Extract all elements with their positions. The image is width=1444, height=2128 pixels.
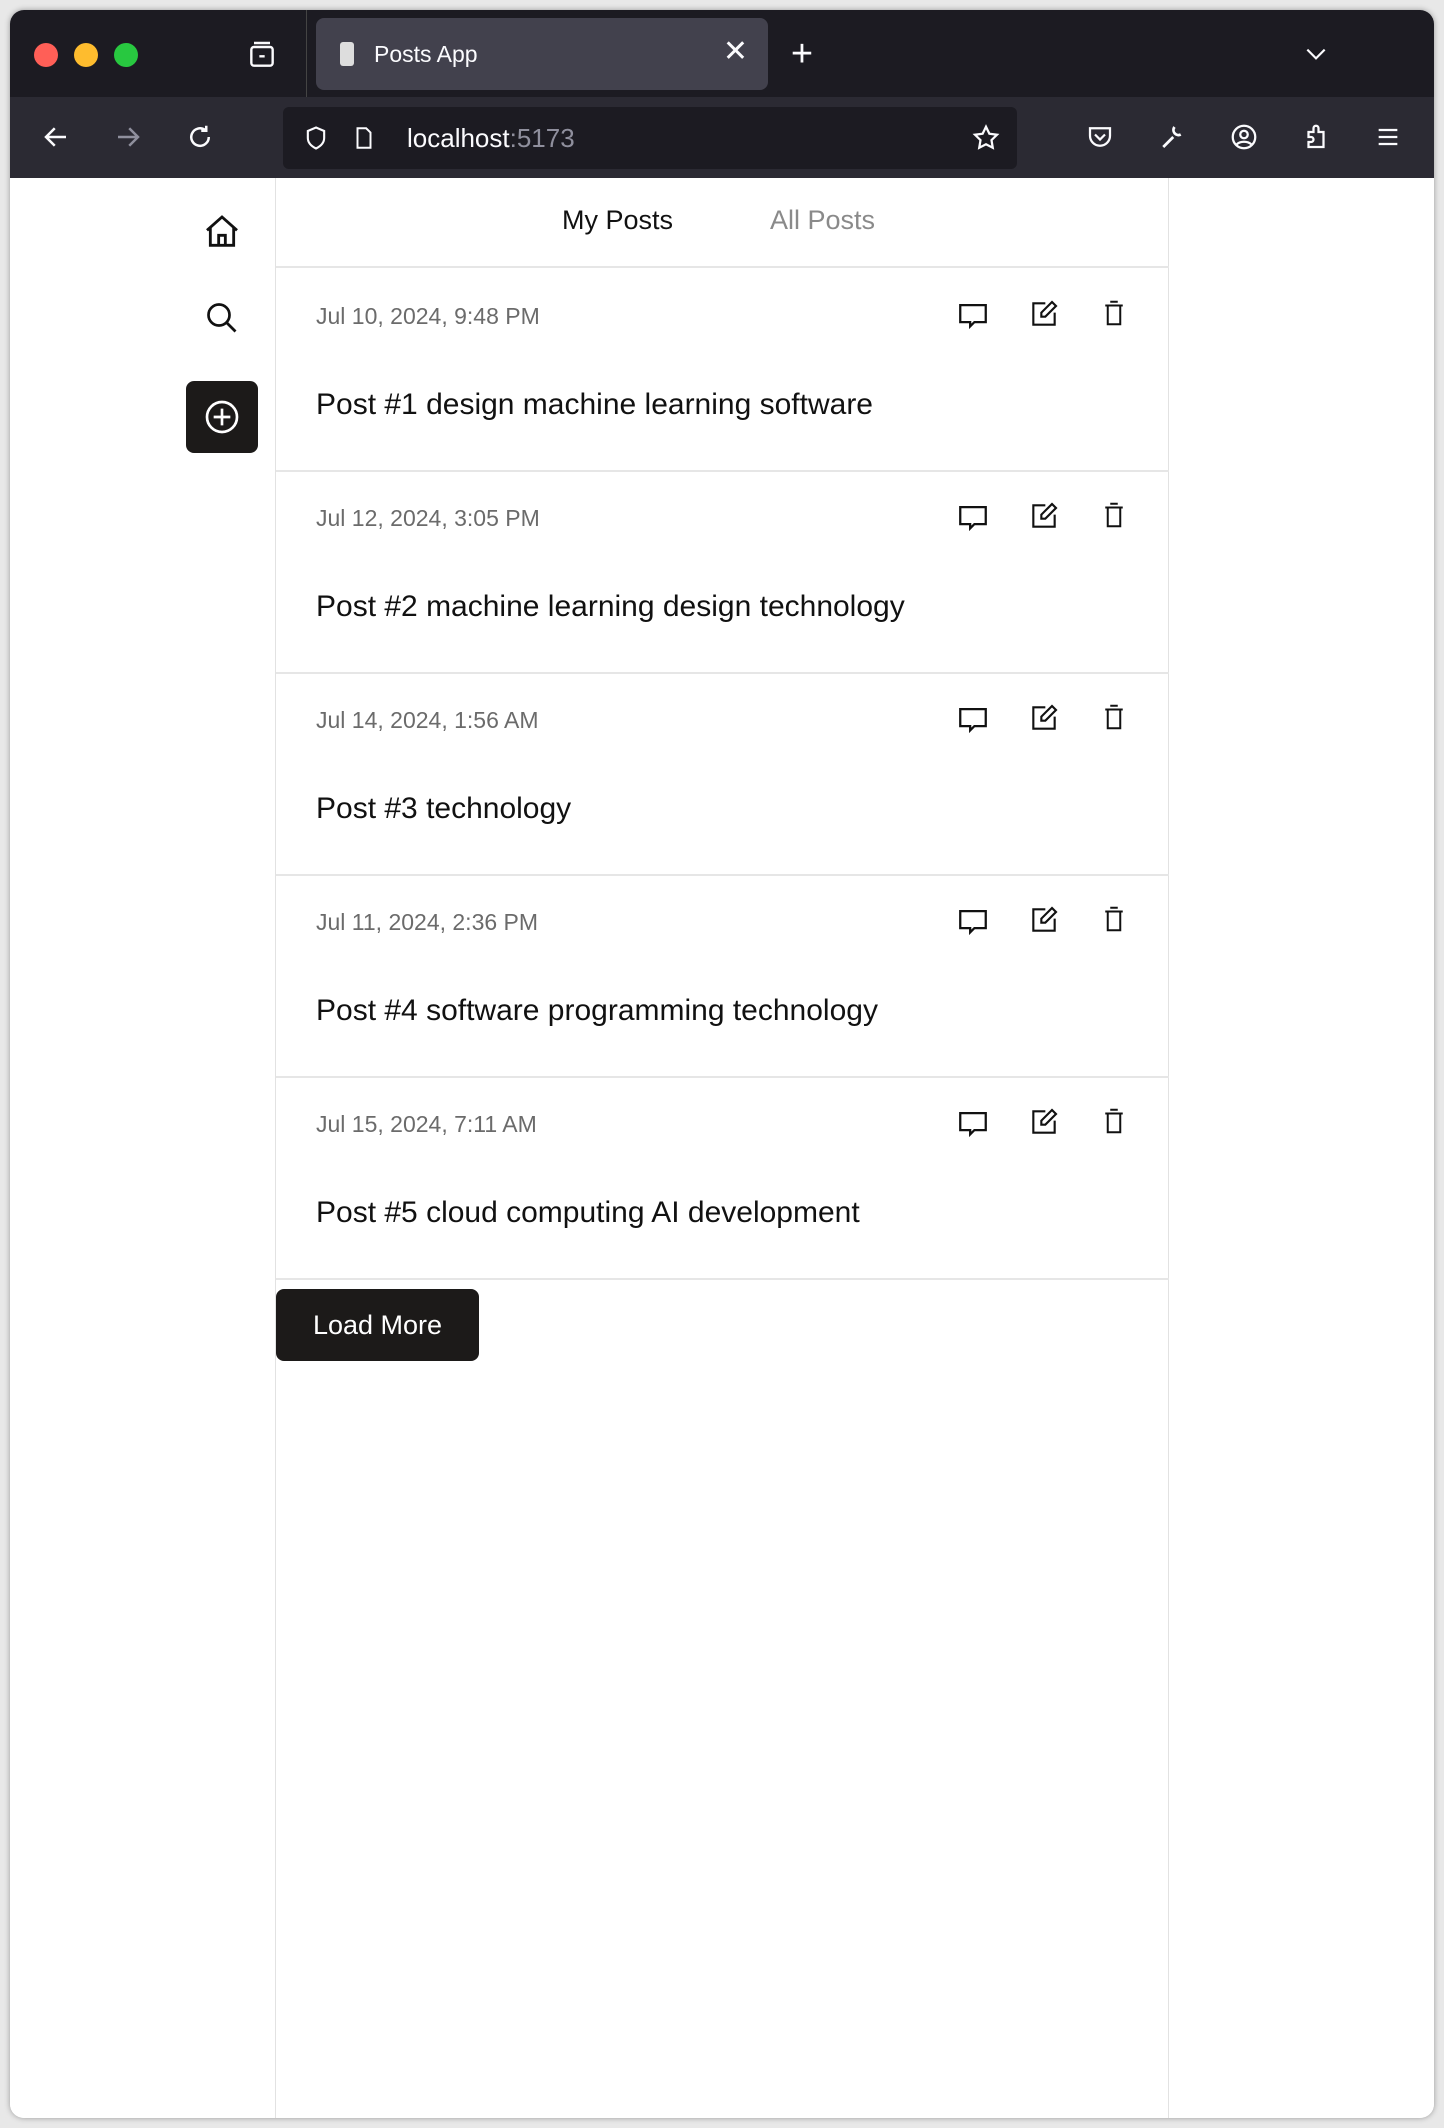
comment-button[interactable]: [956, 298, 996, 338]
page-content: My Posts All Posts Jul 10, 2024, 9:48 PM…: [10, 178, 1434, 2118]
edit-icon: [1028, 704, 1060, 738]
post-date: Jul 15, 2024, 7:11 AM: [316, 1111, 537, 1137]
delete-button[interactable]: [1099, 298, 1139, 338]
trash-icon: [1099, 300, 1129, 332]
home-icon: [206, 215, 238, 247]
post-item: Jul 12, 2024, 3:05 PM Post #2 machine le…: [276, 472, 1169, 674]
zoom-window-button[interactable]: [114, 43, 138, 67]
extensions-icon[interactable]: [1296, 117, 1336, 157]
post-date: Jul 14, 2024, 1:56 AM: [316, 707, 539, 733]
comment-icon: [956, 909, 990, 942]
address-bar[interactable]: localhost:5173: [283, 107, 1017, 169]
delete-button[interactable]: [1099, 702, 1139, 742]
plus-circle-icon: [205, 400, 239, 434]
tab-title: Posts App: [374, 41, 478, 67]
pocket-icon[interactable]: [1080, 117, 1120, 157]
edit-icon: [1028, 502, 1060, 536]
tab-overview-icon[interactable]: [242, 35, 282, 75]
comment-button[interactable]: [956, 500, 996, 540]
edit-icon: [1028, 300, 1060, 334]
new-tab-icon[interactable]: +: [782, 33, 822, 75]
edit-button[interactable]: [1028, 500, 1068, 540]
comment-button[interactable]: [956, 904, 996, 944]
url-host: localhost: [407, 123, 510, 153]
post-title[interactable]: Post #2 machine learning design technolo…: [316, 590, 905, 624]
search-button[interactable]: [186, 282, 258, 354]
reload-icon[interactable]: [180, 117, 220, 157]
search-icon: [207, 303, 237, 333]
edit-button[interactable]: [1028, 702, 1068, 742]
edit-icon: [1028, 906, 1060, 940]
tab-bar: Posts App ✕ +: [10, 10, 1434, 97]
comment-button[interactable]: [956, 702, 996, 742]
post-item: Jul 15, 2024, 7:11 AM Post #5 cloud comp…: [276, 1078, 1169, 1280]
list-tabs-chevron-icon[interactable]: [1296, 34, 1336, 74]
posts-tabs: My Posts All Posts: [276, 178, 1169, 268]
comment-icon: [956, 1111, 990, 1144]
trash-icon: [1099, 704, 1129, 736]
post-item: Jul 10, 2024, 9:48 PM Post #1 design mac…: [276, 270, 1169, 472]
minimize-window-button[interactable]: [74, 43, 98, 67]
create-post-button[interactable]: [186, 381, 258, 453]
delete-button[interactable]: [1099, 1106, 1139, 1146]
post-title[interactable]: Post #3 technology: [316, 792, 571, 826]
trash-icon: [1099, 502, 1129, 534]
account-icon[interactable]: [1224, 117, 1264, 157]
delete-button[interactable]: [1099, 500, 1139, 540]
post-date: Jul 12, 2024, 3:05 PM: [316, 505, 540, 531]
post-title[interactable]: Post #4 software programming technology: [316, 994, 878, 1028]
wrench-icon[interactable]: [1152, 117, 1192, 157]
load-more-button[interactable]: Load More: [276, 1289, 479, 1361]
post-date: Jul 11, 2024, 2:36 PM: [316, 909, 539, 935]
back-icon[interactable]: [36, 117, 76, 157]
bookmark-star-icon[interactable]: [967, 119, 1005, 157]
post-item: Jul 14, 2024, 1:56 AM Post #3 technology: [276, 674, 1169, 876]
browser-window: Posts App ✕ + localhost:5173 My Posts Al…: [10, 10, 1434, 2118]
comment-icon: [956, 707, 990, 740]
tab-my-posts[interactable]: My Posts: [562, 205, 673, 236]
home-button[interactable]: [186, 196, 258, 268]
edit-button[interactable]: [1028, 1106, 1068, 1146]
close-window-button[interactable]: [34, 43, 58, 67]
edit-button[interactable]: [1028, 298, 1068, 338]
url-text[interactable]: localhost:5173: [407, 123, 575, 154]
shield-icon[interactable]: [297, 119, 335, 157]
page-icon: [345, 119, 383, 157]
post-item: Jul 11, 2024, 2:36 PM Post #4 software p…: [276, 876, 1169, 1078]
edit-button[interactable]: [1028, 904, 1068, 944]
url-port: :5173: [509, 123, 575, 153]
menu-icon[interactable]: [1368, 117, 1408, 157]
post-title[interactable]: Post #1 design machine learning software: [316, 388, 873, 422]
post-date: Jul 10, 2024, 9:48 PM: [316, 303, 540, 329]
browser-tab-posts-app[interactable]: Posts App ✕: [316, 18, 768, 90]
trash-icon: [1099, 906, 1129, 938]
trash-icon: [1099, 1108, 1129, 1140]
tab-all-posts[interactable]: All Posts: [770, 205, 875, 236]
nav-toolbar: localhost:5173: [10, 97, 1434, 178]
comment-button[interactable]: [956, 1106, 996, 1146]
tab-favicon-icon: [340, 42, 354, 66]
comment-icon: [956, 303, 990, 336]
close-tab-icon[interactable]: ✕: [723, 34, 748, 69]
delete-button[interactable]: [1099, 904, 1139, 944]
comment-icon: [956, 505, 990, 538]
post-title[interactable]: Post #5 cloud computing AI development: [316, 1196, 860, 1230]
forward-icon[interactable]: [108, 117, 148, 157]
edit-icon: [1028, 1108, 1060, 1142]
